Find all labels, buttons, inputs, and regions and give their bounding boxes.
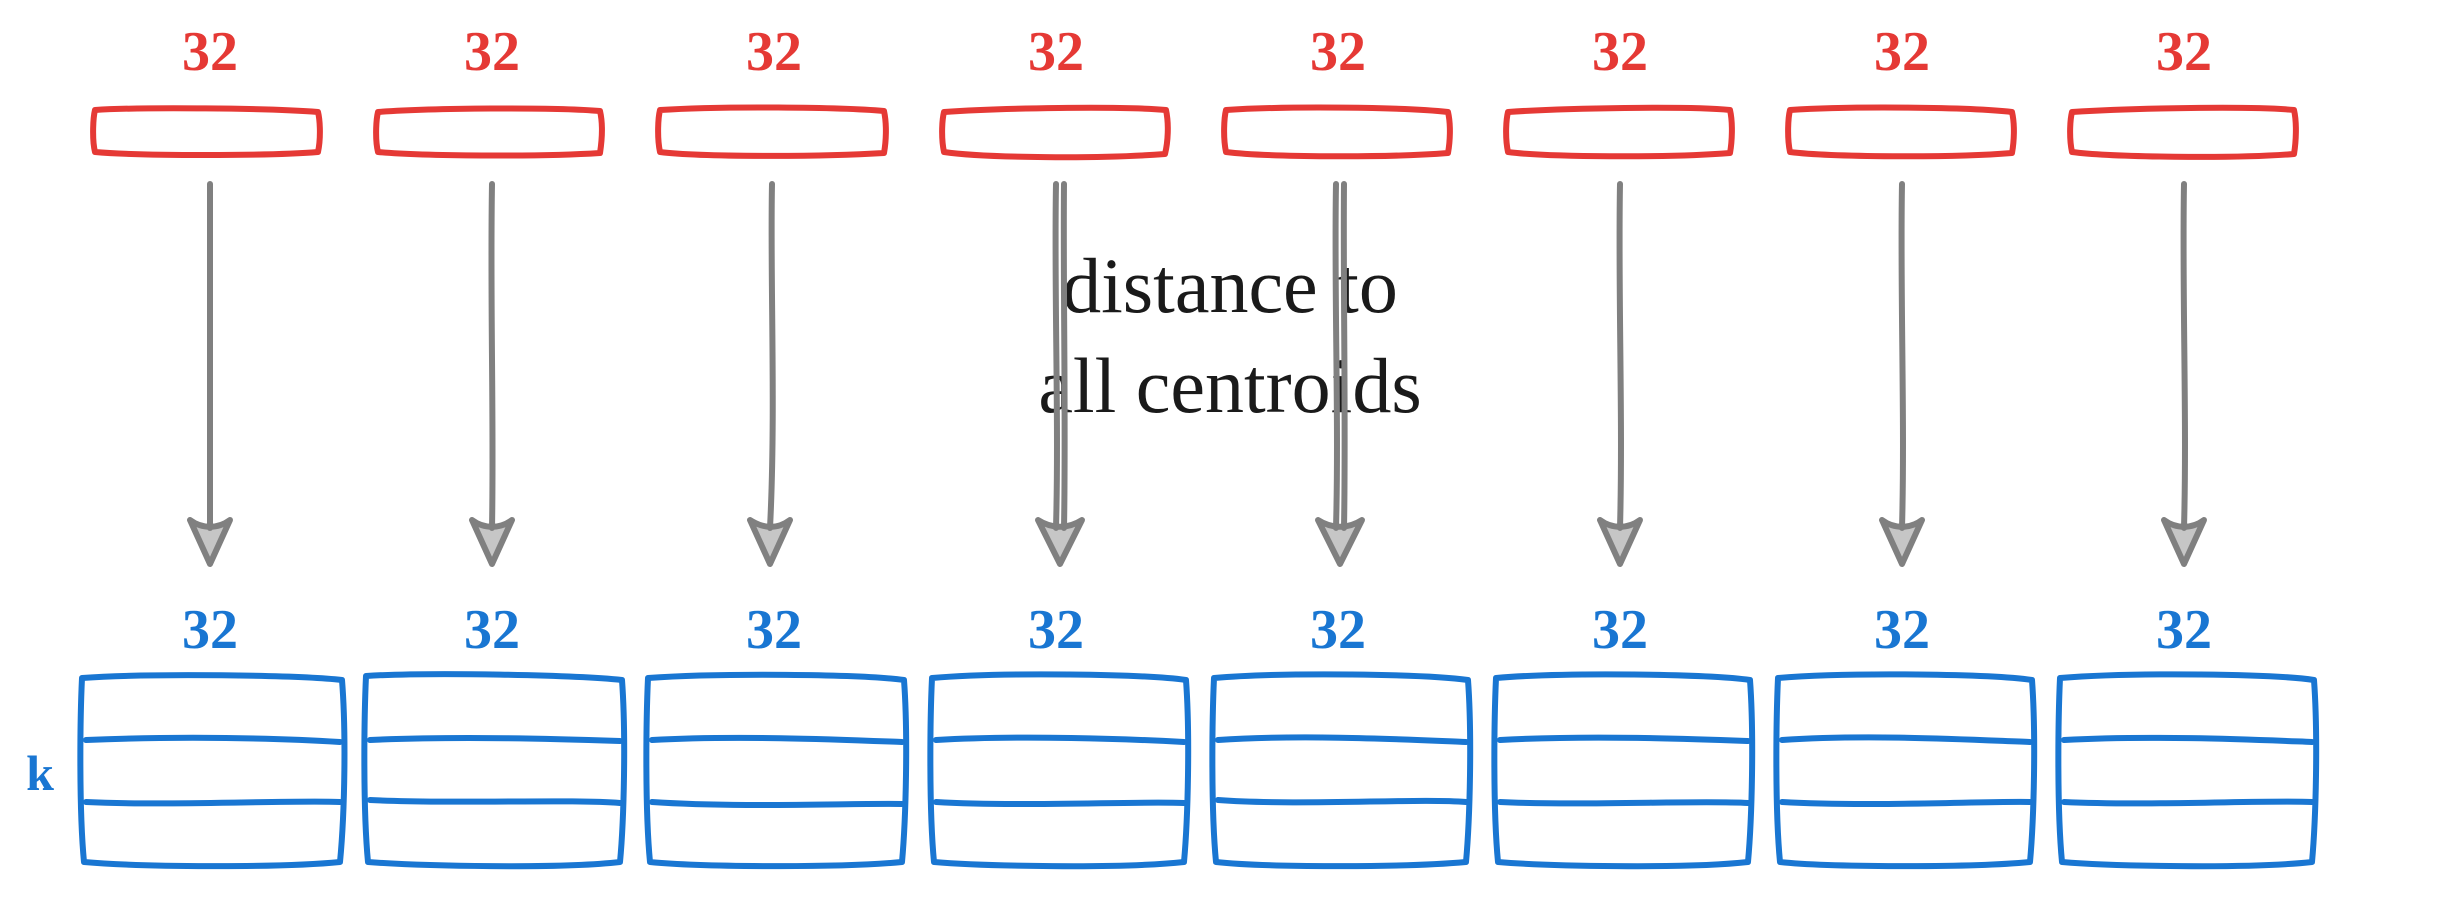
centroid-box	[1212, 674, 1470, 866]
column-3: 32 32	[930, 21, 1188, 866]
subvector-box	[1788, 108, 2014, 157]
top-label: 32	[746, 21, 802, 83]
bottom-label: 32	[1874, 599, 1930, 661]
bottom-label: 32	[464, 599, 520, 661]
caption-line-2: all centroids	[1038, 342, 1421, 429]
subvector-box	[658, 107, 886, 155]
arrow	[1600, 184, 1640, 564]
centroid-box	[1494, 674, 1752, 866]
bottom-label: 32	[1028, 599, 1084, 661]
centroid-box	[1776, 674, 2034, 866]
column-4: 32 32	[1212, 21, 1470, 866]
top-label: 32	[1592, 21, 1648, 83]
bottom-label: 32	[746, 599, 802, 661]
top-label: 32	[1310, 21, 1366, 83]
bottom-label: 32	[2156, 599, 2212, 661]
subvector-box	[1224, 108, 1450, 157]
arrow	[472, 184, 512, 564]
diagram-root: distance to all centroids k 32 32 32 32	[0, 0, 2460, 907]
arrow	[1882, 184, 1922, 564]
bottom-label: 32	[1592, 599, 1648, 661]
subvector-box	[93, 108, 320, 155]
column-6: 32 32	[1776, 21, 2034, 866]
column-7: 32 32	[2058, 21, 2316, 866]
centroid-box	[930, 674, 1188, 866]
arrow	[2164, 184, 2204, 564]
bottom-label: 32	[182, 599, 238, 661]
subvector-box	[1506, 108, 1732, 156]
centroid-box	[80, 675, 344, 866]
top-label: 32	[1028, 21, 1084, 83]
arrow	[190, 184, 230, 564]
subvector-box	[2070, 108, 2296, 157]
column-5: 32 32	[1494, 21, 1752, 866]
top-label: 32	[2156, 21, 2212, 83]
subvector-box	[942, 108, 1168, 157]
bottom-label: 32	[1310, 599, 1366, 661]
k-label: k	[26, 745, 54, 801]
arrow	[750, 184, 790, 564]
top-label: 32	[464, 21, 520, 83]
caption-line-1: distance to	[1062, 242, 1398, 329]
top-label: 32	[182, 21, 238, 83]
column-1: 32 32	[364, 21, 624, 866]
centroid-box	[646, 675, 906, 866]
centroid-box	[364, 674, 624, 866]
top-label: 32	[1874, 21, 1930, 83]
subvector-box	[376, 108, 602, 155]
column-2: 32 32	[646, 21, 906, 866]
centroid-box	[2058, 674, 2316, 866]
column-0: 32 32	[80, 21, 344, 866]
